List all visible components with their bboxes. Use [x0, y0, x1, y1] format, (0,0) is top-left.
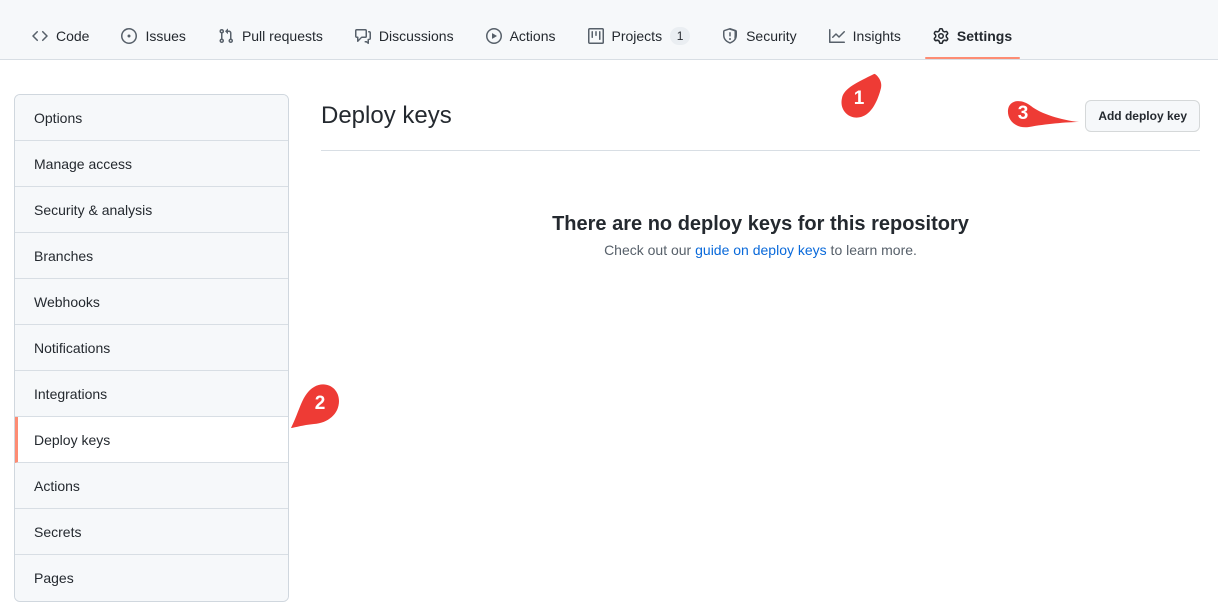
nav-tab-label: Code	[56, 28, 90, 44]
sidebar-item-deploy-keys[interactable]: Deploy keys	[15, 417, 288, 463]
repo-nav: Code Issues Pull requests Discussions Ac…	[0, 0, 1218, 60]
add-deploy-key-button[interactable]: Add deploy key	[1085, 100, 1200, 132]
sidebar-item-pages[interactable]: Pages	[15, 555, 288, 601]
sidebar-item-label: Webhooks	[34, 293, 100, 310]
sidebar-item-label: Options	[34, 109, 83, 126]
sidebar-item-actions[interactable]: Actions	[15, 463, 288, 509]
nav-tab-label: Pull requests	[241, 28, 323, 44]
nav-tab-settings[interactable]: Settings	[924, 13, 1021, 59]
settings-layout: Options Manage access Security & analysi…	[0, 60, 1218, 602]
sidebar-item-branches[interactable]: Branches	[15, 233, 288, 279]
main-header: Deploy keys Add deploy key	[321, 94, 1200, 151]
sidebar-item-options[interactable]: Options	[15, 95, 288, 141]
nav-tab-insights[interactable]: Insights	[821, 13, 909, 59]
sidebar-item-security-analysis[interactable]: Security & analysis	[15, 187, 288, 233]
sidebar-item-label: Actions	[34, 477, 80, 494]
nav-tab-code[interactable]: Code	[24, 13, 97, 59]
nav-tab-label: Insights	[852, 28, 901, 44]
nav-tab-label: Security	[746, 28, 797, 44]
sidebar-item-label: Secrets	[34, 523, 82, 540]
play-icon	[485, 28, 502, 44]
graph-icon	[828, 28, 845, 44]
nav-tab-label: Settings	[956, 28, 1013, 44]
blankslate: There are no deploy keys for this reposi…	[321, 151, 1200, 258]
sidebar-item-label: Notifications	[34, 339, 111, 356]
blankslate-text-before: Check out our	[604, 242, 696, 258]
nav-tab-issues[interactable]: Issues	[113, 13, 193, 59]
sidebar-item-secrets[interactable]: Secrets	[15, 509, 288, 555]
issue-opened-icon	[121, 28, 138, 44]
sidebar-item-label: Deploy keys	[34, 431, 111, 448]
blankslate-heading: There are no deploy keys for this reposi…	[552, 213, 969, 235]
page-title: Deploy keys	[321, 102, 452, 130]
main-content: Deploy keys Add deploy key There are no …	[289, 94, 1218, 602]
nav-tab-projects[interactable]: Projects 1	[580, 13, 699, 59]
nav-tab-security[interactable]: Security	[714, 13, 805, 59]
nav-tab-pull-requests[interactable]: Pull requests	[210, 13, 331, 59]
project-icon	[587, 28, 604, 44]
sidebar-item-label: Manage access	[34, 155, 133, 172]
nav-tab-discussions[interactable]: Discussions	[347, 13, 462, 59]
git-pull-request-icon	[218, 28, 234, 44]
deploy-keys-guide-link[interactable]: guide on deploy keys	[695, 242, 827, 258]
sidebar-item-integrations[interactable]: Integrations	[15, 371, 288, 417]
shield-icon	[722, 28, 738, 44]
nav-tab-label: Projects	[611, 28, 663, 44]
blankslate-text: Check out our guide on deploy keys to le…	[321, 242, 1200, 258]
sidebar-item-manage-access[interactable]: Manage access	[15, 141, 288, 187]
sidebar-item-label: Integrations	[34, 385, 108, 402]
gear-icon	[933, 28, 949, 44]
projects-counter: 1	[670, 27, 691, 45]
comment-discussion-icon	[354, 28, 371, 44]
nav-tab-label: Issues	[145, 28, 186, 44]
settings-sidebar: Options Manage access Security & analysi…	[14, 94, 289, 602]
sidebar-item-label: Branches	[34, 247, 94, 264]
nav-tab-label: Discussions	[378, 28, 454, 44]
sidebar-item-label: Pages	[34, 570, 74, 586]
nav-tab-label: Actions	[509, 28, 556, 44]
nav-tab-actions[interactable]: Actions	[478, 13, 564, 59]
sidebar-item-webhooks[interactable]: Webhooks	[15, 279, 288, 325]
sidebar-item-label: Security & analysis	[34, 201, 153, 218]
code-icon	[32, 28, 48, 44]
blankslate-text-after: to learn more.	[826, 242, 917, 258]
sidebar-item-notifications[interactable]: Notifications	[15, 325, 288, 371]
